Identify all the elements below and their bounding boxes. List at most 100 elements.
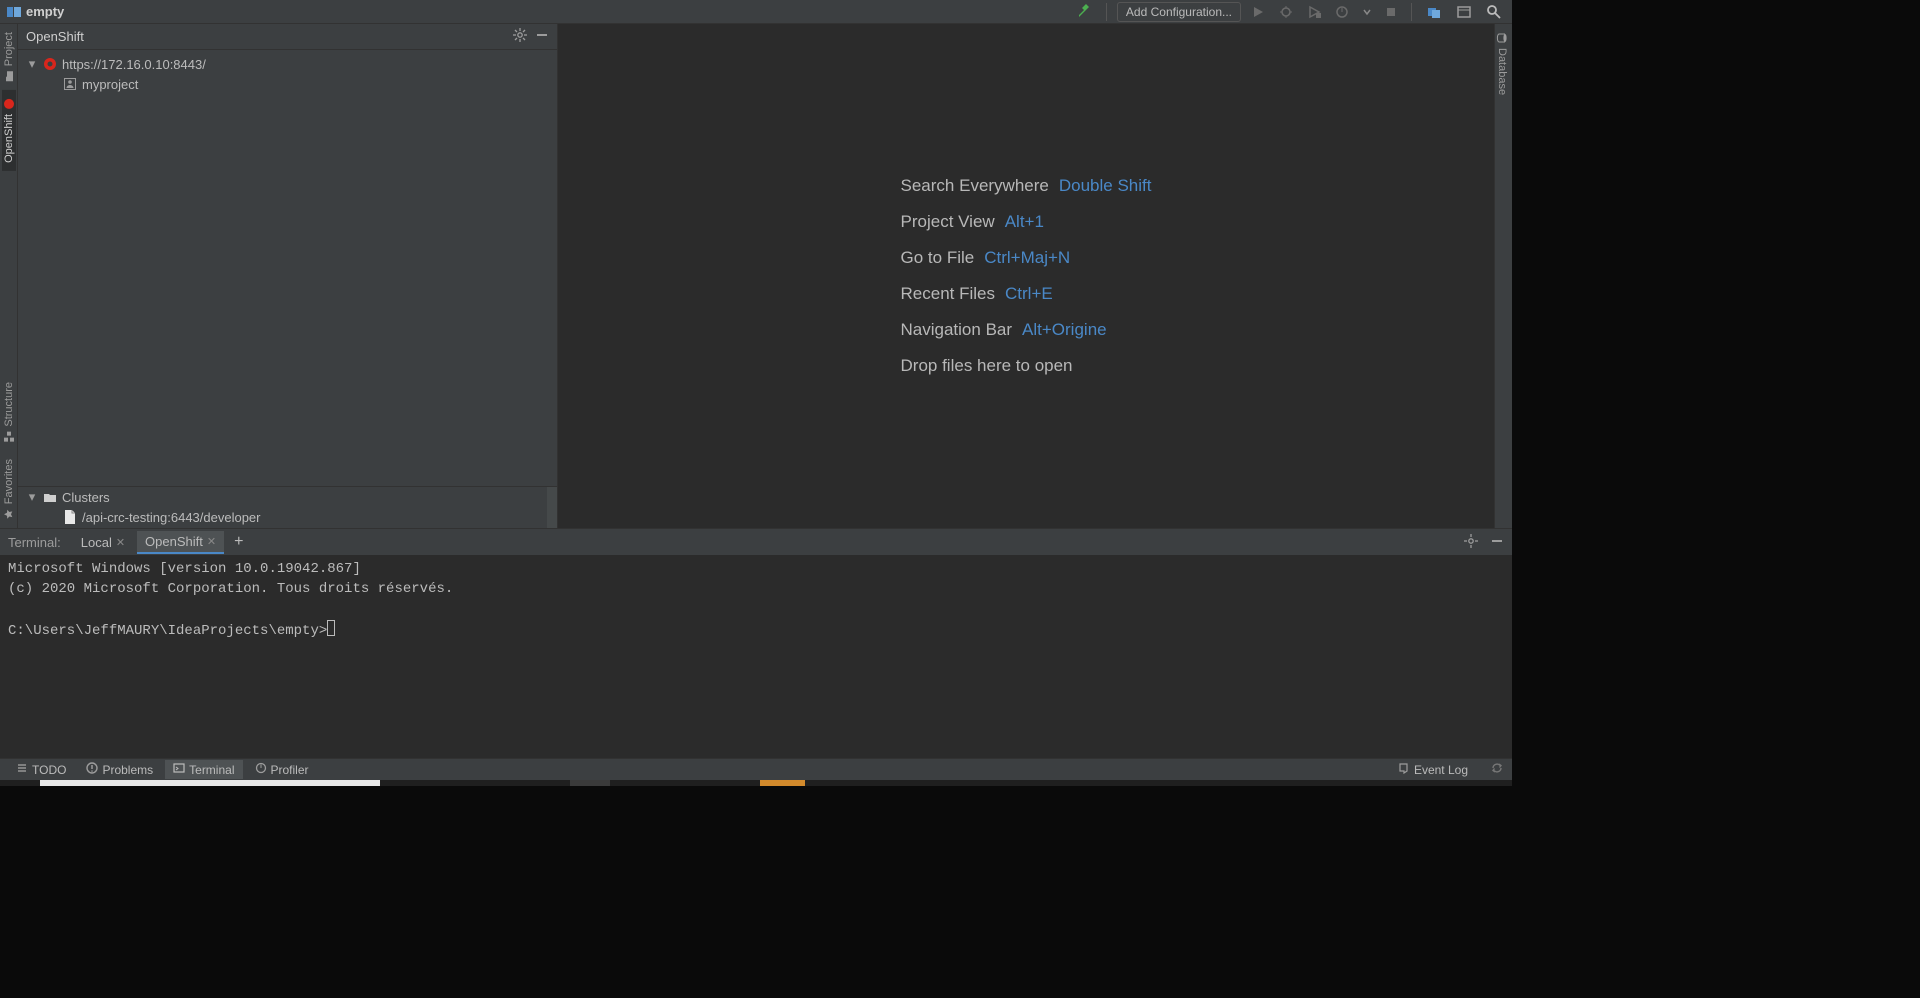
close-icon[interactable]: ✕ [207,535,216,548]
gear-icon[interactable] [513,28,527,45]
folder-icon [42,489,58,505]
tree-project-label: myproject [82,77,138,92]
rail-structure[interactable]: Structure [2,374,16,451]
tree-project-node[interactable]: myproject [18,74,557,94]
openshift-tree[interactable]: ▾ https://172.16.0.10:8443/ myproject [18,50,557,486]
warning-icon [86,762,98,777]
bottom-event-log[interactable]: Event Log [1390,760,1476,779]
bottom-label: TODO [32,763,66,777]
tree-clusters-label: Clusters [62,490,110,505]
ide-window: empty Add Configuration... Project [0,0,1512,780]
toolbar-right: Add Configuration... [1072,2,1506,22]
project-icon [6,4,22,20]
chevron-down-icon[interactable] [1359,2,1375,22]
scrollbar[interactable] [547,487,557,528]
rail-database-label: Database [1496,48,1508,95]
bottom-profiler[interactable]: Profiler [247,760,317,779]
structure-icon [3,431,15,443]
minimize-icon[interactable] [1490,534,1504,551]
separator [1106,3,1107,21]
left-rail: Project OpenShift Structure Favorites [0,24,18,528]
stop-icon[interactable] [1381,2,1401,22]
layout-icon[interactable] [1452,2,1476,22]
tree-server-node[interactable]: ▾ https://172.16.0.10:8443/ [18,54,557,74]
bottom-label: Event Log [1414,763,1468,777]
tree-cluster-label: /api-crc-testing:6443/developer [82,510,261,525]
openshift-panel-title: OpenShift [26,29,84,44]
bottom-problems[interactable]: Problems [78,760,161,779]
sync-icon[interactable] [1490,761,1504,778]
terminal-output[interactable]: Microsoft Windows [version 10.0.19042.86… [0,555,1496,758]
terminal-title: Terminal: [8,535,61,550]
hint-key: Ctrl+Maj+N [984,248,1070,268]
rail-openshift[interactable]: OpenShift [2,90,16,171]
bottom-todo[interactable]: TODO [8,760,74,779]
hint-label: Drop files here to open [901,356,1073,376]
minimize-icon[interactable] [535,28,549,45]
git-icon[interactable] [1422,2,1446,22]
rail-openshift-label: OpenShift [3,114,15,163]
openshift-icon [42,56,58,72]
gear-icon[interactable] [1464,534,1478,551]
close-icon[interactable]: ✕ [116,536,125,549]
star-icon [3,508,15,520]
editor-area[interactable]: Search Everywhere Double Shift Project V… [558,24,1494,528]
terminal-line: Microsoft Windows [version 10.0.19042.86… [8,561,361,577]
os-taskbar[interactable] [0,780,1512,786]
bottom-terminal[interactable]: Terminal [165,760,242,779]
bottom-label: Problems [102,763,153,777]
debug-icon[interactable] [1275,2,1297,22]
openshift-panel: OpenShift ▾ https://172.16.0.10:8443/ my… [18,24,558,528]
terminal-tab-label: OpenShift [145,534,203,549]
search-icon[interactable] [1482,2,1506,22]
hint-label: Recent Files [901,284,995,304]
list-icon [16,762,28,777]
event-log-icon [1398,762,1410,777]
right-rail: Database [1494,24,1512,528]
hint-search-everywhere: Search Everywhere Double Shift [901,176,1152,196]
rail-favorites[interactable]: Favorites [2,451,16,528]
hint-recent-files: Recent Files Ctrl+E [901,284,1152,304]
file-icon [62,509,78,525]
project-node-icon [62,76,78,92]
tree-server-label: https://172.16.0.10:8443/ [62,57,206,72]
profile-icon[interactable] [1331,2,1353,22]
terminal-prompt: C:\Users\JeffMAURY\IdeaProjects\empty> [8,623,327,639]
hint-key: Alt+1 [1005,212,1044,232]
add-configuration-button[interactable]: Add Configuration... [1117,2,1241,22]
chevron-down-icon[interactable]: ▾ [26,56,38,72]
terminal-panel: Terminal: Local ✕ OpenShift ✕ + Microsof… [0,528,1512,758]
clusters-tree[interactable]: ▾ Clusters /api-crc-testing:6443/develop… [18,486,557,528]
hint-navbar: Navigation Bar Alt+Origine [901,320,1152,340]
openshift-panel-header: OpenShift [18,24,557,50]
project-name: empty [26,4,64,19]
bottom-bar: TODO Problems Terminal Profiler Event Lo… [0,758,1512,780]
chevron-down-icon[interactable]: ▾ [26,489,38,505]
hint-drop: Drop files here to open [901,356,1152,376]
rail-project-label: Project [3,32,15,66]
coverage-icon[interactable] [1303,2,1325,22]
openshift-icon [3,98,15,110]
hint-key: Ctrl+E [1005,284,1053,304]
hint-key: Double Shift [1059,176,1152,196]
rail-project[interactable]: Project [2,24,16,90]
terminal-tabs: Terminal: Local ✕ OpenShift ✕ + [0,529,1512,555]
tree-cluster-entry[interactable]: /api-crc-testing:6443/developer [18,507,557,527]
rail-favorites-label: Favorites [3,459,15,504]
database-icon [1496,32,1508,44]
hint-label: Project View [901,212,995,232]
titlebar: empty Add Configuration... [0,0,1512,24]
terminal-add-button[interactable]: + [228,533,249,551]
hint-label: Navigation Bar [901,320,1013,340]
terminal-tab-local[interactable]: Local ✕ [73,532,133,553]
rail-structure-label: Structure [3,382,15,427]
run-icon[interactable] [1247,2,1269,22]
terminal-tab-openshift[interactable]: OpenShift ✕ [137,531,224,554]
terminal-icon [173,762,185,777]
hint-project-view: Project View Alt+1 [901,212,1152,232]
tree-clusters-node[interactable]: ▾ Clusters [18,487,557,507]
terminal-cursor [327,620,335,636]
build-icon[interactable] [1072,2,1096,22]
rail-database[interactable]: Database [1495,24,1509,103]
hint-label: Search Everywhere [901,176,1049,196]
